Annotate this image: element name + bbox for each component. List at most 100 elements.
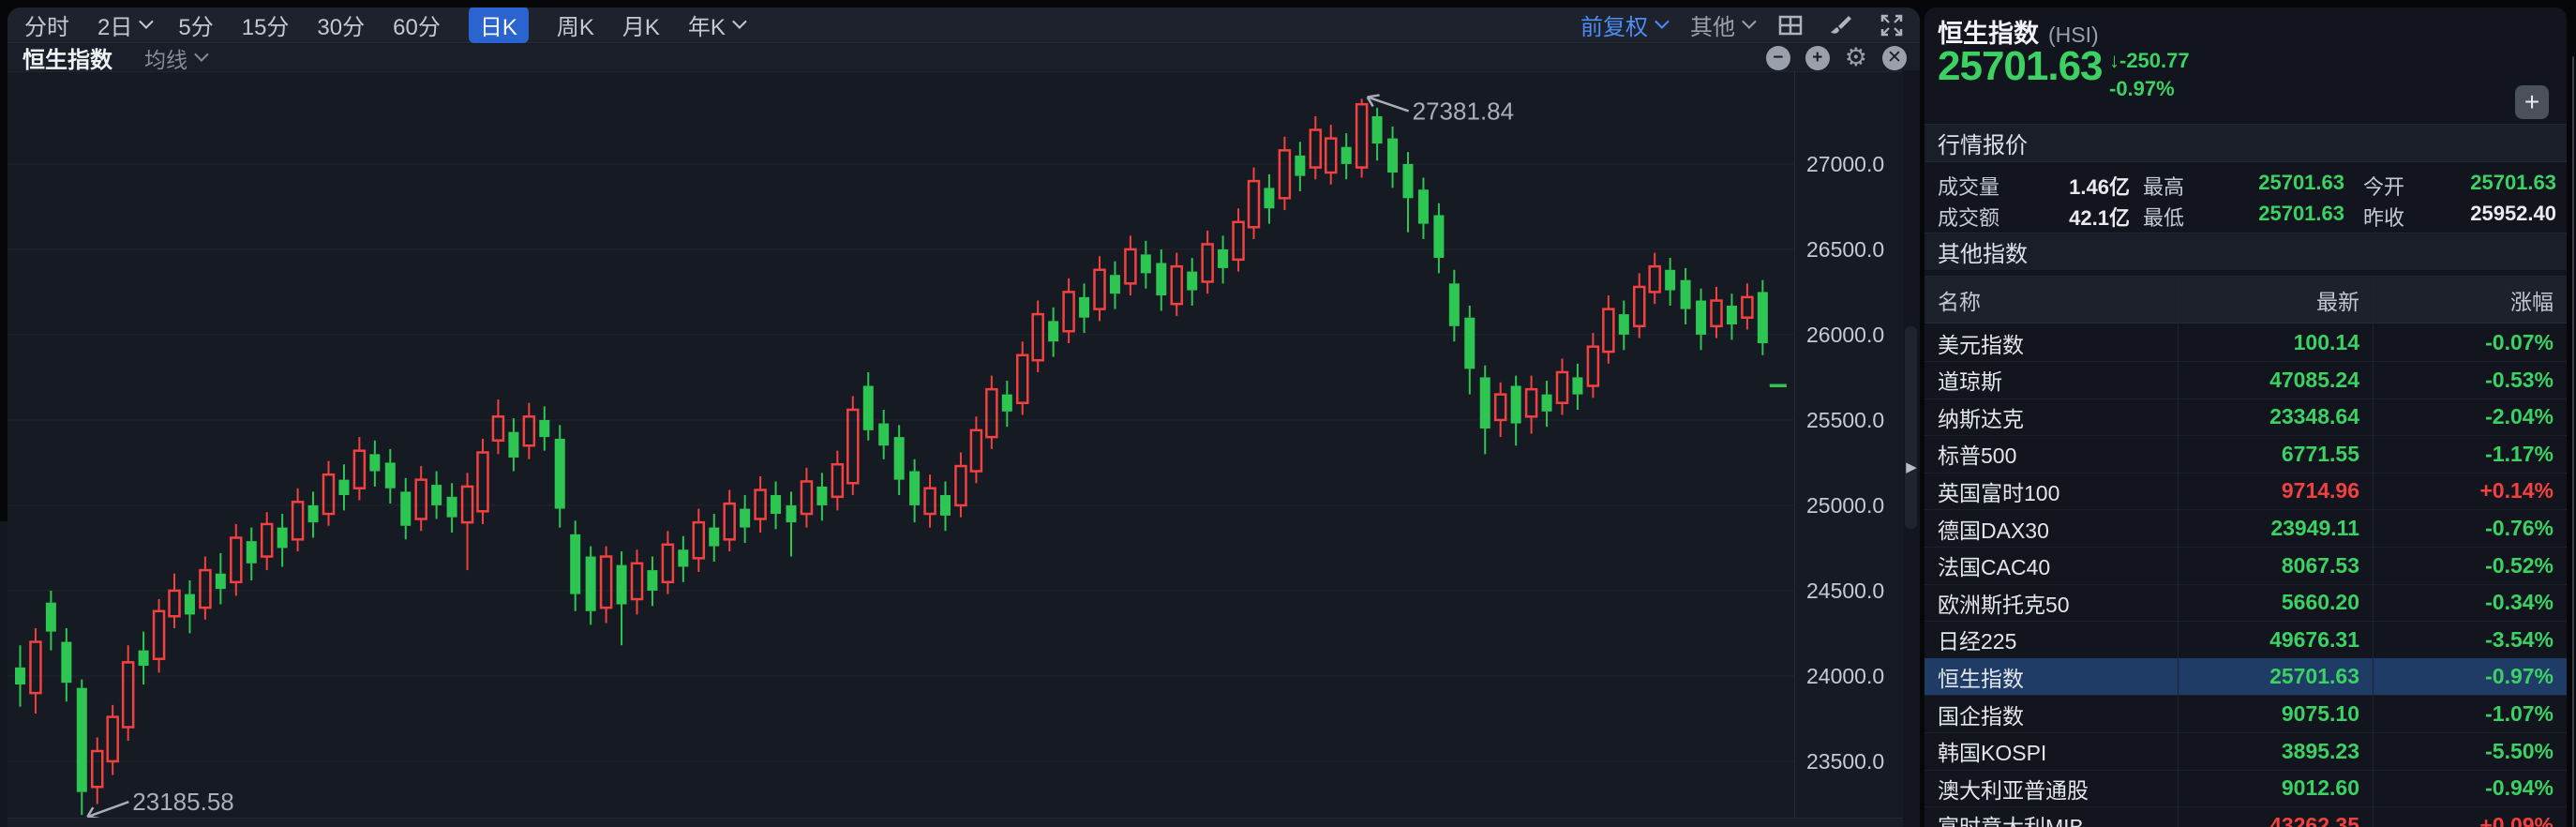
index-last: 8067.53 <box>2178 548 2359 584</box>
quote-value: 25701.63 <box>2258 171 2344 195</box>
chart-symbol-label: 恒生指数 <box>22 41 112 74</box>
index-change: +0.09% <box>2373 807 2554 827</box>
index-name: 澳大利亚普通股 <box>1938 770 2089 806</box>
index-row-日经225[interactable]: 日经22549676.31-3.54% <box>1925 622 2567 659</box>
column-divider <box>2178 277 2179 827</box>
index-change: +0.14% <box>2373 473 2554 509</box>
index-last: 3895.23 <box>2178 733 2359 770</box>
index-row-道琼斯[interactable]: 道琼斯47085.24-0.53% <box>1925 362 2567 399</box>
period-tab-15分[interactable]: 15分 <box>242 8 290 41</box>
period-tab-年K[interactable]: 年K <box>688 8 743 41</box>
chart-toolbar-right: 前复权 其他 <box>1580 8 1905 41</box>
last-price: 25701.63 <box>1938 43 2103 90</box>
add-to-watchlist-button[interactable]: + <box>2515 85 2549 119</box>
index-change: -0.97% <box>2373 658 2554 695</box>
index-row-富时意大利MIB[interactable]: 富时意大利MIB43262.35+0.09% <box>1925 807 2567 827</box>
index-name: 法国CAC40 <box>1938 548 2050 584</box>
index-row-欧洲斯托克50[interactable]: 欧洲斯托克505660.20-0.34% <box>1925 584 2567 622</box>
index-row-恒生指数[interactable]: 恒生指数25701.63-0.97% <box>1925 658 2567 696</box>
divider <box>1925 161 2567 162</box>
index-row-标普500[interactable]: 标普5006771.55-1.17% <box>1925 436 2567 474</box>
period-tab-2日[interactable]: 2日 <box>97 8 150 41</box>
left-edge-strip <box>0 521 7 827</box>
layout-grid-icon[interactable] <box>1777 12 1804 38</box>
zoom-in-icon[interactable]: + <box>1805 46 1830 70</box>
period-tab-label: 15分 <box>242 8 290 41</box>
table-header-涨幅[interactable]: 涨幅 <box>2373 277 2554 323</box>
gear-icon[interactable]: ⚙ <box>1845 45 1867 70</box>
index-last: 9012.60 <box>2178 770 2359 806</box>
index-name: 恒生指数 <box>1938 658 2024 695</box>
quote-value: 25701.63 <box>2258 202 2344 226</box>
brush-icon[interactable] <box>1828 12 1854 38</box>
period-tab-label: 日K <box>480 8 517 41</box>
quote-label: 成交量 <box>1938 171 1999 201</box>
fullscreen-icon[interactable] <box>1879 12 1905 38</box>
quote-value: 1.46亿 <box>2069 171 2130 201</box>
adjust-dropdown[interactable]: 前复权 <box>1580 8 1666 41</box>
quote-value: 25701.63 <box>2470 171 2556 195</box>
index-name: 英国富时100 <box>1938 473 2059 509</box>
index-row-澳大利亚普通股[interactable]: 澳大利亚普通股 9012.60 -0.94% <box>1925 770 2567 807</box>
time-axis-strip <box>7 818 1903 827</box>
candlestick-chart[interactable]: 27381.8423185.58 <box>7 70 1794 827</box>
panel-collapse-handle[interactable]: ▶ <box>1903 454 1920 480</box>
panel-scrollbar[interactable] <box>1903 70 1920 827</box>
index-change: -3.54% <box>2373 622 2554 658</box>
table-header-名称[interactable]: 名称 <box>1938 277 2163 323</box>
other-dropdown[interactable]: 其他 <box>1690 8 1753 41</box>
period-tab-label: 年K <box>688 8 726 41</box>
period-tab-周K[interactable]: 周K <box>557 8 594 41</box>
section-header-other-indices: 其他指数 <box>1925 233 2567 270</box>
y-axis-label: 24500.0 <box>1806 579 1884 604</box>
period-tab-日K[interactable]: 日K <box>469 8 529 43</box>
period-tab-5分[interactable]: 5分 <box>178 8 213 41</box>
index-row-国企指数[interactable]: 国企指数9075.10-1.07% <box>1925 696 2567 733</box>
table-header-最新[interactable]: 最新 <box>2178 277 2359 323</box>
chevron-down-icon <box>194 47 209 62</box>
chart-zoom-controls: − + ⚙ ✕ <box>1766 45 1907 70</box>
ma-label-text: 均线 <box>144 42 187 74</box>
period-tab-label: 月K <box>622 8 660 41</box>
down-arrow-icon: ↓ <box>2109 49 2119 72</box>
quote-field-昨收: 昨收25952.40 <box>2363 202 2556 230</box>
y-axis-label: 26000.0 <box>1806 323 1884 348</box>
chart-subtoolbar: 恒生指数 均线 − + ⚙ ✕ <box>7 44 1920 72</box>
index-change: -0.07% <box>2373 324 2554 361</box>
chevron-down-icon <box>1655 14 1670 29</box>
index-row-纳斯达克[interactable]: 纳斯达克23348.64-2.04% <box>1925 398 2567 436</box>
quote-field-最高: 最高25701.63 <box>2143 171 2344 199</box>
column-divider <box>2373 277 2374 827</box>
section-header-quote: 行情报价 <box>1925 125 2567 161</box>
index-name: 德国DAX30 <box>1938 510 2049 547</box>
index-row-韩国KOSPI[interactable]: 韩国KOSPI 3895.23 -5.50% <box>1925 733 2567 771</box>
close-icon[interactable]: ✕ <box>1882 46 1907 70</box>
scrollbar-thumb[interactable] <box>1905 326 1917 529</box>
index-change: -5.50% <box>2373 733 2554 770</box>
index-change: -0.94% <box>2373 770 2554 806</box>
index-last: 23949.11 <box>2178 510 2359 547</box>
quote-label: 最低 <box>2143 202 2184 232</box>
window-scrollbar[interactable] <box>2572 56 2574 827</box>
index-row-法国CAC40[interactable]: 法国CAC408067.53-0.52% <box>1925 548 2567 585</box>
period-tab-30分[interactable]: 30分 <box>317 8 365 41</box>
index-change: -1.17% <box>2373 436 2554 473</box>
zoom-out-icon[interactable]: − <box>1766 46 1790 70</box>
other-label: 其他 <box>1690 8 1735 41</box>
index-row-英国富时100[interactable]: 英国富时1009714.96+0.14% <box>1925 473 2567 510</box>
period-toolbar: 分时 2日 5分 15分 30分 60分 日K 周K 月K 年K 前复权 其他 <box>7 8 1920 43</box>
index-last: 5660.20 <box>2178 584 2359 621</box>
period-tab-60分[interactable]: 60分 <box>393 8 441 41</box>
period-tab-分时[interactable]: 分时 <box>24 8 69 41</box>
indices-table-header: 名称最新涨幅 <box>1925 277 2567 323</box>
ma-indicator-dropdown[interactable]: 均线 <box>144 42 205 74</box>
period-tab-label: 周K <box>557 8 594 41</box>
index-row-德国DAX30[interactable]: 德国DAX3023949.11-0.76% <box>1925 510 2567 548</box>
index-name: 韩国KOSPI <box>1938 733 2046 770</box>
period-tabs: 分时 2日 5分 15分 30分 60分 日K 周K 月K 年K <box>24 8 1580 43</box>
price-change-pct: -0.97% <box>2109 77 2175 101</box>
period-tab-月K[interactable]: 月K <box>622 8 660 41</box>
low-annotation: 23185.58 <box>132 788 233 816</box>
index-name: 日经225 <box>1938 622 2016 658</box>
index-row-美元指数[interactable]: 美元指数100.14-0.07% <box>1925 324 2567 362</box>
